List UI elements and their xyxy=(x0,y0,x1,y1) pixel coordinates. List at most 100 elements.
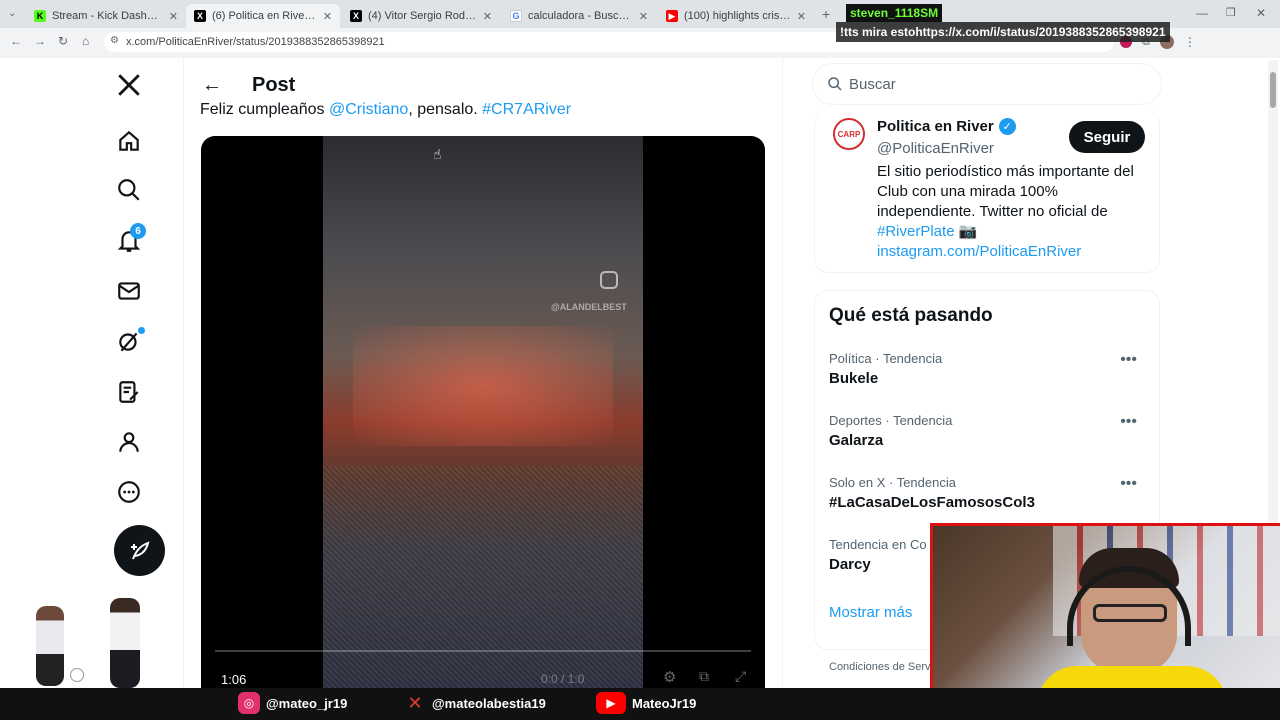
chat-username-badge: steven_1118SM xyxy=(846,4,943,22)
youtube-handle: MateoJr19 xyxy=(632,695,697,711)
browser-tab[interactable]: K Stream - Kick Dashboard ✕ xyxy=(26,4,186,28)
x-logo-icon[interactable] xyxy=(114,70,144,100)
back-icon[interactable]: ← xyxy=(10,34,22,48)
profile-handle[interactable]: @PoliticaEnRiver xyxy=(877,140,994,157)
home-icon[interactable] xyxy=(114,126,144,156)
bio-external-link[interactable]: instagram.com/PoliticaEnRiver xyxy=(877,243,1081,260)
forward-icon[interactable]: → xyxy=(34,34,46,48)
tab-search-icon[interactable]: ⌄ xyxy=(8,8,16,19)
trend-item[interactable]: Política · Tendencia Bukele ••• xyxy=(829,351,1149,387)
footer-terms-link[interactable]: Condiciones de Serv xyxy=(829,661,931,673)
verified-badge-icon: ✓ xyxy=(998,118,1016,135)
profile-name[interactable]: Politica en River xyxy=(877,118,994,135)
window-restore-icon[interactable]: ❐ xyxy=(1226,6,1236,19)
trend-item[interactable]: Solo en X · Tendencia #LaCasaDeLosFamoso… xyxy=(829,475,1149,511)
fullscreen-icon[interactable]: ⤢ xyxy=(735,668,746,685)
profile-avatar-crest[interactable]: CARP xyxy=(833,118,865,150)
kick-icon: K xyxy=(34,10,46,22)
compose-post-button[interactable] xyxy=(114,525,165,576)
browser-tab[interactable]: ▶ (100) highlights cristiano ronalc ✕ xyxy=(658,4,814,28)
video-progress-label: 0:0 / 1:0 xyxy=(541,672,585,686)
trend-category: Deportes · Tendencia xyxy=(829,413,953,428)
window-close-icon[interactable]: ✕ xyxy=(1256,6,1266,20)
column-divider-right xyxy=(782,58,783,688)
close-icon[interactable]: ✕ xyxy=(639,10,648,23)
close-icon[interactable]: ✕ xyxy=(169,10,178,23)
fireworks-glow xyxy=(353,326,613,446)
chat-message: !tts mira estohttps://x.com/i/status/201… xyxy=(836,22,1170,42)
window-minimize-icon[interactable]: — xyxy=(1196,6,1208,20)
tab-title: (6) Politica en River en X: "Feliz xyxy=(212,10,317,22)
search-icon xyxy=(828,77,842,91)
tab-title: (4) Vitor Sergio Rodrigues VSR xyxy=(368,10,477,22)
more-options-icon[interactable] xyxy=(114,477,144,507)
notifications-bell-icon[interactable]: 6 xyxy=(114,223,146,256)
mention-link[interactable]: @Cristiano xyxy=(329,101,408,118)
profile-name-row: Politica en River ✓ xyxy=(877,118,1016,135)
back-arrow-icon[interactable]: ← xyxy=(202,74,222,97)
profile-card: CARP Politica en River ✓ @PoliticaEnRive… xyxy=(814,110,1160,273)
video-time-remaining: 1:06 xyxy=(221,672,247,687)
trend-name: #LaCasaDeLosFamososCol3 xyxy=(829,494,1035,511)
instagram-watermark-icon xyxy=(600,271,618,289)
chat-message-text: !tts mira estohttps://x.com/i/status/201… xyxy=(840,25,1166,39)
pip-icon[interactable]: ⧉ xyxy=(699,668,709,685)
video-progress-track[interactable] xyxy=(215,650,751,652)
post-header-title: Post xyxy=(252,73,296,96)
browser-tab-active[interactable]: X (6) Politica en River en X: "Feliz ✕ xyxy=(186,4,340,28)
tab-title: Stream - Kick Dashboard xyxy=(52,10,163,22)
search-box[interactable]: Buscar xyxy=(812,63,1162,105)
google-icon: G xyxy=(510,10,522,22)
video-player[interactable]: @ALANDELBEST ☝ 1:06 0:0 / 1:0 ⚙ ⧉ ⤢ xyxy=(201,136,765,688)
browser-tab[interactable]: X (4) Vitor Sergio Rodrigues VSR ✕ xyxy=(342,4,500,28)
profile-bio: El sitio periodístico más importante del… xyxy=(877,162,1153,262)
tweet-text-prefix: Feliz cumpleaños xyxy=(200,101,329,118)
bio-hashtag-link[interactable]: #RiverPlate xyxy=(877,223,955,240)
camera-emoji-icon: 📷 xyxy=(958,223,978,240)
stream-player-figures xyxy=(18,598,168,690)
search-icon[interactable] xyxy=(114,175,144,205)
show-more-link[interactable]: Mostrar más xyxy=(829,604,912,621)
new-tab-icon[interactable]: + xyxy=(822,6,830,22)
hashtag-link[interactable]: #CR7ARiver xyxy=(482,101,571,118)
crowd-area xyxy=(323,466,643,688)
instagram-handle: @mateo_jr19 xyxy=(266,695,348,711)
menu-icon[interactable]: ⋮ xyxy=(1184,35,1196,49)
trend-category: Solo en X · Tendencia xyxy=(829,475,956,490)
browser-tab[interactable]: G calculadora - Buscar con Google ✕ xyxy=(502,4,656,28)
x-social: ✕ @mateolabestia19 xyxy=(404,692,545,714)
grok-icon[interactable] xyxy=(114,326,145,356)
settings-gear-icon[interactable]: ⚙ xyxy=(663,668,676,686)
instagram-icon: ◎ xyxy=(238,692,260,714)
close-icon[interactable]: ✕ xyxy=(483,10,492,23)
glasses-icon xyxy=(1093,604,1167,622)
tweet-text: Feliz cumpleaños @Cristiano, pensalo. #C… xyxy=(200,101,571,119)
youtube-icon: ▶ xyxy=(666,10,678,22)
site-info-icon[interactable]: ⚙ xyxy=(110,35,119,46)
reload-icon[interactable]: ↻ xyxy=(58,34,68,48)
close-icon[interactable]: ✕ xyxy=(797,10,806,23)
scrollbar-thumb[interactable] xyxy=(1270,72,1276,108)
lists-icon[interactable] xyxy=(114,377,144,407)
profile-person-icon[interactable] xyxy=(114,427,144,457)
follow-button[interactable]: Seguir xyxy=(1069,121,1145,153)
youtube-social: ▶ MateoJr19 xyxy=(596,692,696,714)
url-text: x.com/PoliticaEnRiver/status/20193883528… xyxy=(126,36,385,48)
grok-unread-dot xyxy=(138,327,145,334)
player-figure xyxy=(110,598,140,688)
messages-mail-icon[interactable] xyxy=(114,276,144,306)
more-dots-icon[interactable]: ••• xyxy=(1120,413,1137,431)
profile-bio-text: El sitio periodístico más importante del… xyxy=(877,163,1134,220)
more-dots-icon[interactable]: ••• xyxy=(1120,351,1137,369)
tab-title: calculadora - Buscar con Google xyxy=(528,10,633,22)
home-icon[interactable]: ⌂ xyxy=(82,34,89,48)
more-dots-icon[interactable]: ••• xyxy=(1120,475,1137,493)
tab-title: (100) highlights cristiano ronalc xyxy=(684,10,791,22)
trend-category: Política · Tendencia xyxy=(829,351,943,366)
player-figure xyxy=(36,606,64,686)
close-icon[interactable]: ✕ xyxy=(323,10,332,23)
x-icon: X xyxy=(350,10,362,22)
column-divider-left xyxy=(183,58,184,688)
youtube-icon: ▶ xyxy=(596,692,626,714)
trend-item[interactable]: Deportes · Tendencia Galarza ••• xyxy=(829,413,1149,449)
